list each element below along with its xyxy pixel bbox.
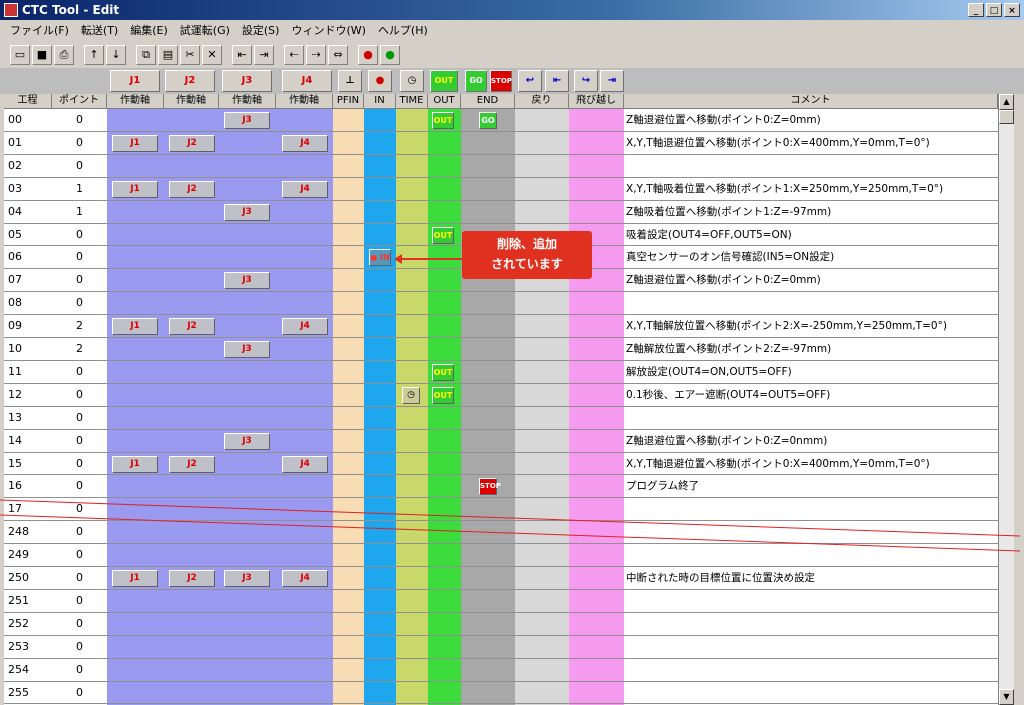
annotation-lines [0, 499, 1021, 552]
red-line-upper [0, 499, 1021, 537]
red-line-lower [0, 514, 1021, 552]
